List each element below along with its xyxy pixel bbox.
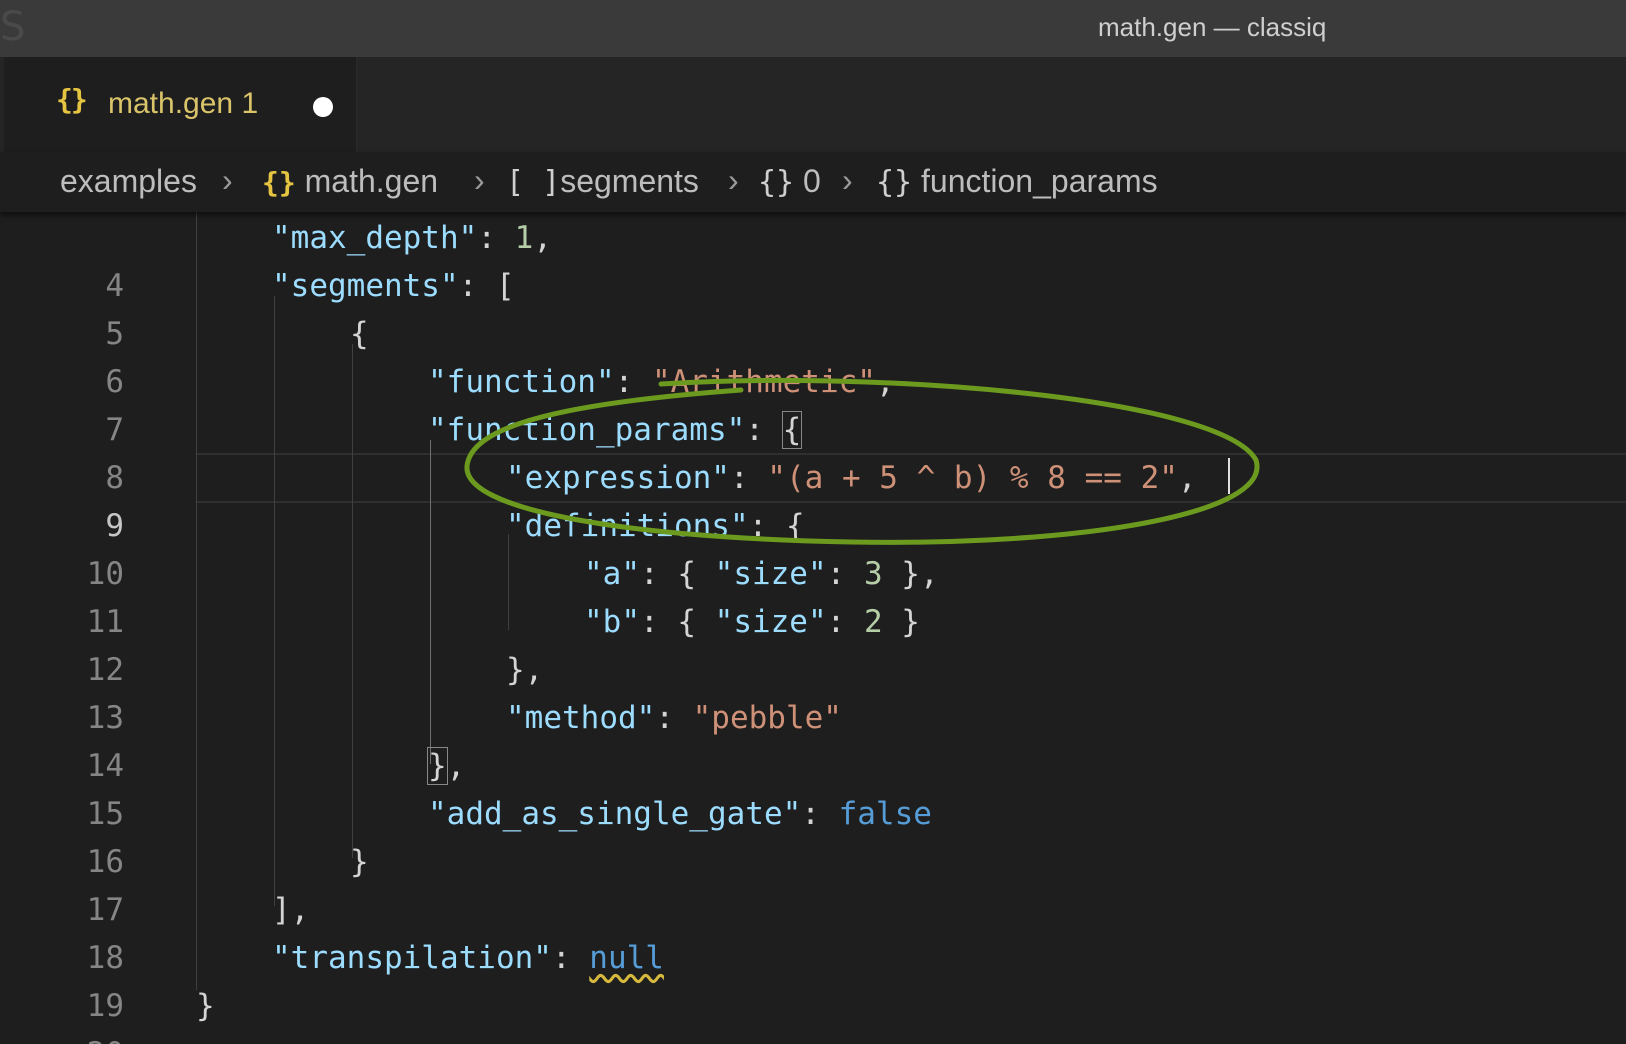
chevron-right-icon: › <box>222 162 233 198</box>
breadcrumb-item-function-params[interactable]: {} function_params <box>876 163 1158 200</box>
line-text: "transpilation": null <box>272 940 664 976</box>
code-line[interactable]: 13 }, <box>0 646 1626 736</box>
code-line[interactable]: 11 "a": { "size": 3 }, <box>0 550 1626 640</box>
unsaved-dot-icon[interactable] <box>313 97 333 117</box>
line-text: "add_as_single_gate": false <box>428 796 932 832</box>
code-line[interactable]: 10 "definitions": { <box>0 502 1626 592</box>
code-line[interactable]: 19 "transpilation": null <box>0 934 1626 1024</box>
array-icon: [ ] <box>506 165 561 200</box>
line-text: "a": { "size": 3 }, <box>584 556 939 592</box>
text-cursor <box>1228 458 1230 494</box>
code-line[interactable]: 7 "function": "Arithmetic", <box>0 358 1626 448</box>
line-text: { <box>350 316 369 352</box>
code-line[interactable]: 16 "add_as_single_gate": false <box>0 790 1626 880</box>
code-line[interactable]: 15 }, <box>0 742 1626 832</box>
breadcrumb-label: function_params <box>921 163 1158 199</box>
code-line[interactable]: 12 "b": { "size": 2 } <box>0 598 1626 688</box>
code-line[interactable]: 4 "max_depth": 1, <box>0 214 1626 304</box>
code-line[interactable]: 18 ], <box>0 886 1626 976</box>
tab-label: math.gen 1 <box>108 87 258 121</box>
line-text: } <box>350 844 369 880</box>
code-line[interactable]: 8 "function_params": { <box>0 406 1626 496</box>
window-title: math.gen — classiq <box>1098 12 1327 42</box>
app-logo-icon: S <box>0 4 26 50</box>
code-line[interactable]: 6 { <box>0 310 1626 400</box>
tab-filename: math.gen <box>108 87 234 120</box>
line-text: "function": "Arithmetic", <box>428 364 895 400</box>
breadcrumb-item-segments[interactable]: [ ]segments <box>506 163 699 200</box>
line-text: }, <box>506 652 544 688</box>
line-text: "segments": [ <box>272 268 515 304</box>
chevron-right-icon: › <box>474 162 485 198</box>
problem-count: 1 <box>241 87 259 120</box>
tab-bar: {} math.gen 1 <box>0 57 1626 152</box>
line-text: "max_depth": 1, <box>272 220 552 256</box>
code-line[interactable]: 14 "method": "pebble" <box>0 694 1626 784</box>
tab-math-gen[interactable]: {} math.gen 1 <box>4 57 357 152</box>
line-text: ], <box>272 892 310 928</box>
json-file-icon: {} <box>262 166 296 199</box>
breadcrumb-item-0[interactable]: {} 0 <box>758 163 821 200</box>
breadcrumb-label: math.gen <box>304 163 439 199</box>
line-text: "method": "pebble" <box>506 700 842 736</box>
line-text: "function_params": { <box>428 411 803 449</box>
breadcrumb-label: 0 <box>803 163 821 199</box>
chevron-right-icon: › <box>728 162 739 198</box>
breadcrumb-item-examples[interactable]: examples <box>60 163 197 200</box>
line-number: 20 <box>0 1030 124 1044</box>
breadcrumb-label: examples <box>60 163 197 199</box>
object-icon: {} <box>758 165 795 200</box>
line-text: "expression": "(a + 5 ^ b) % 8 == 2", <box>506 460 1197 496</box>
code-line-active[interactable]: 9 "expression": "(a + 5 ^ b) % 8 == 2", <box>0 454 1626 544</box>
code-line[interactable]: 17 } <box>0 838 1626 928</box>
code-editor[interactable]: 4 "max_depth": 1, 5 "segments": [ 6 { 7 … <box>0 212 1626 1044</box>
breadcrumb-label: segments <box>560 163 699 199</box>
code-line[interactable]: 5 "segments": [ <box>0 262 1626 352</box>
line-text: }, <box>427 747 466 785</box>
line-text: } <box>196 988 215 1024</box>
breadcrumb-item-math-gen[interactable]: {} math.gen <box>262 163 438 200</box>
code-line[interactable]: 20 } <box>0 982 1626 1044</box>
breadcrumb: examples › {} math.gen › [ ]segments › {… <box>0 152 1626 212</box>
object-icon: {} <box>876 165 913 200</box>
json-file-icon: {} <box>56 83 88 116</box>
chevron-right-icon: › <box>842 162 853 198</box>
line-text: "b": { "size": 2 } <box>584 604 920 640</box>
line-text: "definitions": { <box>506 508 805 544</box>
title-bar: S math.gen — classiq <box>0 0 1626 57</box>
